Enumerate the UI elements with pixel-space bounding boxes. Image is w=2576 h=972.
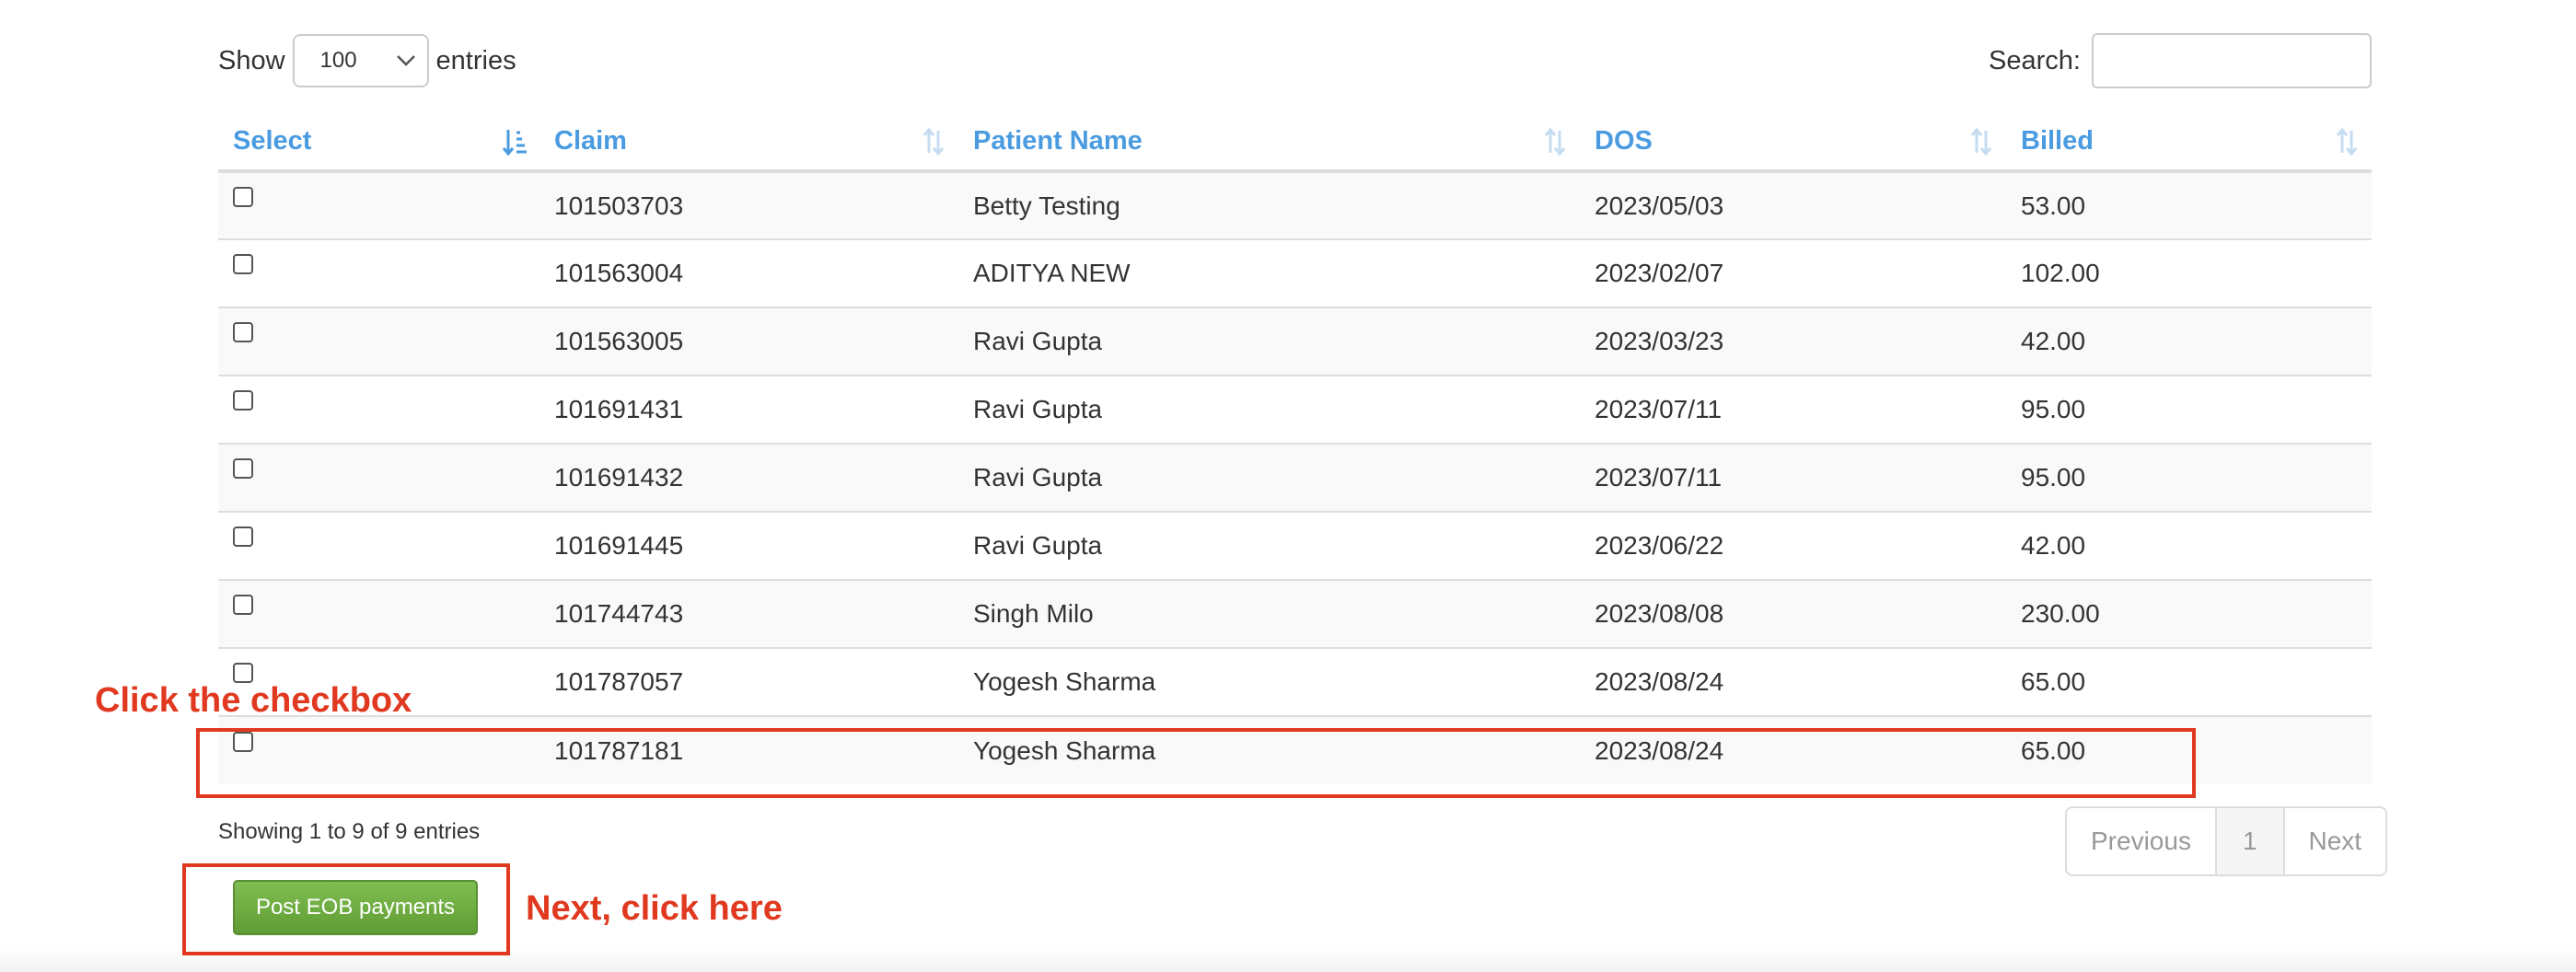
- column-header-select[interactable]: Select: [218, 112, 540, 173]
- sort-both-icon: [1970, 127, 1992, 156]
- claims-table-wrapper: Select Claim Patient Name DOS Billed 101…: [218, 112, 2372, 784]
- patient-name-cell: Ravi Gupta: [958, 512, 1580, 581]
- patient-name-cell: Ravi Gupta: [958, 444, 1580, 513]
- row-checkbox[interactable]: [233, 458, 253, 479]
- select-cell: [218, 307, 540, 376]
- billed-cell: 102.00: [2006, 239, 2372, 308]
- table-row: 101787057 Yogesh Sharma 2023/08/24 65.00: [218, 648, 2372, 717]
- table-row: 101563004 ADITYA NEW 2023/02/07 102.00: [218, 239, 2372, 308]
- table-info: Showing 1 to 9 of 9 entries: [218, 819, 481, 844]
- table-row: 101503703 Betty Testing 2023/05/03 53.00: [218, 171, 2372, 240]
- claim-cell: 101691432: [540, 444, 958, 513]
- column-header-dos[interactable]: DOS: [1580, 112, 2006, 173]
- claim-cell: 101563005: [540, 307, 958, 376]
- annotation-button-hint: Next, click here: [526, 889, 783, 928]
- sort-asc-icon: [502, 130, 527, 156]
- search-filter: Search:: [1989, 33, 2372, 88]
- table-header-row: Select Claim Patient Name DOS Billed: [218, 112, 2372, 173]
- annotation-checkbox-hint: Click the checkbox: [95, 681, 412, 720]
- row-checkbox[interactable]: [233, 595, 253, 615]
- entries-select[interactable]: 100: [292, 34, 429, 87]
- patient-name-cell: Ravi Gupta: [958, 307, 1580, 376]
- page-1-button[interactable]: 1: [2214, 808, 2285, 874]
- table-row: 101691431 Ravi Gupta 2023/07/11 95.00: [218, 376, 2372, 445]
- patient-name-cell: ADITYA NEW: [958, 239, 1580, 308]
- row-checkbox[interactable]: [233, 254, 253, 274]
- billed-cell: 42.00: [2006, 512, 2372, 581]
- claim-cell: 101691431: [540, 376, 958, 445]
- column-header-label: Claim: [554, 125, 627, 156]
- claims-table: Select Claim Patient Name DOS Billed 101…: [218, 112, 2372, 784]
- column-header-claim[interactable]: Claim: [540, 112, 958, 173]
- dos-cell: 2023/02/07: [1580, 239, 2006, 308]
- entries-label: entries: [435, 45, 516, 75]
- claim-cell: 101691445: [540, 512, 958, 581]
- dos-cell: 2023/08/24: [1580, 648, 2006, 717]
- show-label: Show: [218, 45, 285, 75]
- column-header-label: DOS: [1595, 125, 1653, 156]
- dos-cell: 2023/07/11: [1580, 376, 2006, 445]
- dos-cell: 2023/07/11: [1580, 444, 2006, 513]
- column-header-billed[interactable]: Billed: [2006, 112, 2372, 173]
- patient-name-cell: Yogesh Sharma: [958, 648, 1580, 717]
- billed-cell: 230.00: [2006, 580, 2372, 649]
- billed-cell: 95.00: [2006, 444, 2372, 513]
- table-row: 101691432 Ravi Gupta 2023/07/11 95.00: [218, 444, 2372, 513]
- select-cell: [218, 444, 540, 513]
- claim-cell: 101503703: [540, 171, 958, 240]
- select-cell: [218, 512, 540, 581]
- table-row: 101563005 Ravi Gupta 2023/03/23 42.00: [218, 307, 2372, 376]
- next-page-button[interactable]: Next: [2285, 808, 2386, 874]
- sort-both-icon: [1544, 127, 1566, 156]
- billed-cell: 95.00: [2006, 376, 2372, 445]
- column-header-patient-name[interactable]: Patient Name: [958, 112, 1580, 173]
- dos-cell: 2023/06/22: [1580, 512, 2006, 581]
- select-cell: [218, 239, 540, 308]
- column-header-label: Select: [233, 125, 312, 156]
- select-cell: [218, 580, 540, 649]
- dos-cell: 2023/08/08: [1580, 580, 2006, 649]
- column-header-label: Patient Name: [973, 125, 1143, 156]
- billed-cell: 42.00: [2006, 307, 2372, 376]
- claim-cell: 101744743: [540, 580, 958, 649]
- claim-cell: 101563004: [540, 239, 958, 308]
- entries-select-value: 100: [319, 48, 357, 73]
- row-checkbox[interactable]: [233, 526, 253, 547]
- patient-name-cell: Betty Testing: [958, 171, 1580, 240]
- select-cell: [218, 376, 540, 445]
- row-checkbox[interactable]: [233, 663, 253, 683]
- table-row: 101691445 Ravi Gupta 2023/06/22 42.00: [218, 512, 2372, 581]
- length-menu: Show 100 entries: [218, 33, 516, 88]
- patient-name-cell: Ravi Gupta: [958, 376, 1580, 445]
- row-checkbox[interactable]: [233, 322, 253, 342]
- sort-both-icon: [922, 127, 945, 156]
- previous-page-button[interactable]: Previous: [2067, 808, 2215, 874]
- sort-both-icon: [2336, 127, 2358, 156]
- patient-name-cell: Singh Milo: [958, 580, 1580, 649]
- table-row: 101744743 Singh Milo 2023/08/08 230.00: [218, 580, 2372, 649]
- dos-cell: 2023/05/03: [1580, 171, 2006, 240]
- pagination: Previous 1 Next: [2065, 806, 2388, 876]
- search-label: Search:: [1989, 45, 2081, 75]
- dos-cell: 2023/03/23: [1580, 307, 2006, 376]
- select-cell: [218, 171, 540, 240]
- chevron-down-icon: [396, 55, 415, 66]
- claim-cell: 101787057: [540, 648, 958, 717]
- row-checkbox[interactable]: [233, 390, 253, 411]
- billed-cell: 53.00: [2006, 171, 2372, 240]
- billed-cell: 65.00: [2006, 648, 2372, 717]
- annotation-highlight-row: [196, 728, 2196, 798]
- column-header-label: Billed: [2021, 125, 2094, 156]
- annotation-highlight-button: [182, 863, 510, 955]
- row-checkbox[interactable]: [233, 186, 253, 207]
- search-input[interactable]: [2092, 33, 2372, 88]
